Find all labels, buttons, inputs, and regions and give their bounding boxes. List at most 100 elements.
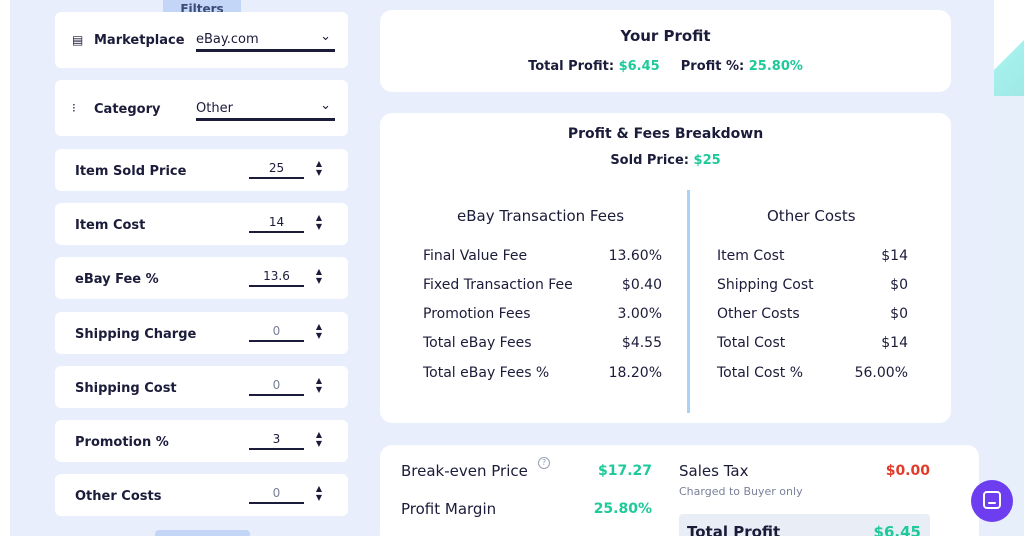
other-costs-stepper[interactable]: ▲ ▼ bbox=[312, 484, 326, 504]
column-divider bbox=[687, 190, 690, 413]
item-sold-price-label: Item Sold Price bbox=[75, 164, 187, 179]
item-cost-label: Item Cost bbox=[75, 218, 146, 233]
item-cost-card: Item Cost 14 ▲ ▼ bbox=[55, 203, 348, 245]
ebay-fee-stepper[interactable]: ▲ ▼ bbox=[312, 267, 326, 287]
other-costs-title: Other Costs bbox=[767, 207, 856, 225]
fee-value: 3.00% bbox=[617, 306, 662, 322]
cost-label: Item Cost bbox=[717, 248, 785, 264]
chevron-down-icon[interactable]: ▼ bbox=[312, 276, 326, 285]
total-profit-box: Total Profit $6.45 bbox=[679, 514, 930, 536]
breakdown-card: Profit & Fees Breakdown Sold Price: $25 … bbox=[380, 113, 951, 423]
cost-value: $14 bbox=[881, 248, 908, 264]
chevron-up-icon[interactable]: ▲ bbox=[312, 159, 326, 168]
chevron-down-icon[interactable]: ▼ bbox=[312, 168, 326, 177]
item-sold-price-stepper[interactable]: ▲ ▼ bbox=[312, 159, 326, 179]
category-card: ⁝ Category Other ⌄ bbox=[55, 80, 348, 136]
profit-margin-value: 25.80% bbox=[593, 501, 652, 517]
sales-tax-note: Charged to Buyer only bbox=[679, 485, 803, 498]
category-label: Category bbox=[94, 102, 161, 117]
ebay-fees-title: eBay Transaction Fees bbox=[457, 207, 625, 225]
other-costs-label: Other Costs bbox=[75, 489, 162, 504]
fee-label: Total eBay Fees % bbox=[423, 365, 550, 381]
bottom-tab[interactable] bbox=[155, 530, 250, 536]
item-sold-price-input[interactable]: 25 bbox=[249, 159, 304, 179]
profit-percent-value: 25.80% bbox=[748, 59, 803, 74]
chevron-down-icon[interactable]: ▼ bbox=[312, 493, 326, 502]
summary-total-profit-label: Total Profit bbox=[687, 523, 781, 536]
chat-button[interactable] bbox=[971, 480, 1013, 522]
ebay-fee-input[interactable]: 13.6 bbox=[249, 267, 304, 287]
other-costs-input[interactable]: 0 bbox=[249, 484, 304, 504]
cost-value: $0 bbox=[890, 306, 908, 322]
shipping-cost-stepper[interactable]: ▲ ▼ bbox=[312, 376, 326, 396]
summary-card: Break-even Price ? $17.27 Profit Margin … bbox=[380, 445, 979, 536]
shipping-cost-label: Shipping Cost bbox=[75, 381, 177, 396]
total-profit-value: $6.45 bbox=[618, 59, 660, 74]
profit-summary-line: Total Profit: $6.45 Profit %: 25.80% bbox=[380, 59, 951, 74]
profit-percent-label: Profit %: bbox=[680, 59, 745, 74]
fee-value: $4.55 bbox=[621, 335, 662, 351]
total-profit-label: Total Profit: bbox=[528, 59, 615, 74]
category-value: Other bbox=[196, 101, 233, 116]
chevron-up-icon[interactable]: ▲ bbox=[312, 267, 326, 276]
store-icon: ▤ bbox=[72, 33, 84, 47]
item-cost-input[interactable]: 14 bbox=[249, 213, 304, 233]
cost-value: 56.00% bbox=[854, 365, 908, 381]
marketplace-card: ▤ Marketplace eBay.com ⌄ bbox=[55, 12, 348, 68]
fee-label: Final Value Fee bbox=[423, 248, 528, 264]
promotion-input[interactable]: 3 bbox=[249, 430, 304, 450]
category-icon: ⁝ bbox=[72, 101, 76, 115]
sales-tax-value: $0.00 bbox=[885, 463, 930, 479]
sold-price-line: Sold Price: $25 bbox=[380, 153, 951, 168]
ebay-fee-label: eBay Fee % bbox=[75, 272, 159, 287]
promotion-stepper[interactable]: ▲ ▼ bbox=[312, 430, 326, 450]
ebay-fee-card: eBay Fee % 13.6 ▲ ▼ bbox=[55, 257, 348, 299]
help-icon[interactable]: ? bbox=[538, 457, 550, 469]
category-select[interactable]: Other ⌄ bbox=[196, 97, 335, 121]
fee-label: Fixed Transaction Fee bbox=[423, 277, 573, 293]
profit-margin-label: Profit Margin bbox=[401, 500, 497, 518]
other-costs-card: Other Costs 0 ▲ ▼ bbox=[55, 474, 348, 516]
marketplace-select[interactable]: eBay.com ⌄ bbox=[196, 28, 335, 52]
shipping-charge-input[interactable]: 0 bbox=[249, 322, 304, 342]
chevron-up-icon[interactable]: ▲ bbox=[312, 376, 326, 385]
your-profit-card: Your Profit Total Profit: $6.45 Profit %… bbox=[380, 10, 951, 92]
shipping-charge-card: Shipping Charge 0 ▲ ▼ bbox=[55, 312, 348, 354]
breakeven-value: $17.27 bbox=[597, 463, 652, 479]
sold-price-value: $25 bbox=[693, 153, 721, 168]
cost-label: Total Cost % bbox=[717, 365, 804, 381]
fee-value: $0.40 bbox=[621, 277, 662, 293]
chevron-down-icon: ⌄ bbox=[320, 29, 331, 44]
promotion-label: Promotion % bbox=[75, 435, 169, 450]
chevron-up-icon[interactable]: ▲ bbox=[312, 484, 326, 493]
shipping-charge-label: Shipping Charge bbox=[75, 327, 197, 342]
marketplace-value: eBay.com bbox=[196, 32, 259, 47]
shipping-charge-stepper[interactable]: ▲ ▼ bbox=[312, 322, 326, 342]
chevron-down-icon[interactable]: ▼ bbox=[312, 331, 326, 340]
cost-value: $14 bbox=[881, 335, 908, 351]
your-profit-title: Your Profit bbox=[620, 27, 711, 45]
chat-icon bbox=[983, 491, 1001, 509]
chevron-down-icon[interactable]: ▼ bbox=[312, 439, 326, 448]
shipping-cost-input[interactable]: 0 bbox=[249, 376, 304, 396]
cost-label: Shipping Cost bbox=[717, 277, 814, 293]
sold-price-label: Sold Price: bbox=[610, 153, 690, 168]
fee-value: 13.60% bbox=[608, 248, 662, 264]
shipping-cost-card: Shipping Cost 0 ▲ ▼ bbox=[55, 366, 348, 408]
fee-label: Total eBay Fees bbox=[423, 335, 532, 351]
promotion-card: Promotion % 3 ▲ ▼ bbox=[55, 420, 348, 462]
chevron-up-icon[interactable]: ▲ bbox=[312, 430, 326, 439]
fee-value: 18.20% bbox=[608, 365, 662, 381]
breakdown-title: Profit & Fees Breakdown bbox=[567, 126, 764, 142]
chevron-down-icon[interactable]: ▼ bbox=[312, 222, 326, 231]
chevron-down-icon[interactable]: ▼ bbox=[312, 385, 326, 394]
cost-label: Other Costs bbox=[717, 306, 800, 322]
chevron-up-icon[interactable]: ▲ bbox=[312, 322, 326, 331]
chevron-up-icon[interactable]: ▲ bbox=[312, 213, 326, 222]
breakeven-label: Break-even Price bbox=[401, 462, 528, 480]
sales-tax-label: Sales Tax bbox=[679, 462, 749, 480]
decorative-accent bbox=[994, 0, 1024, 96]
fee-label: Promotion Fees bbox=[423, 306, 531, 322]
chevron-down-icon: ⌄ bbox=[320, 98, 331, 113]
item-cost-stepper[interactable]: ▲ ▼ bbox=[312, 213, 326, 233]
